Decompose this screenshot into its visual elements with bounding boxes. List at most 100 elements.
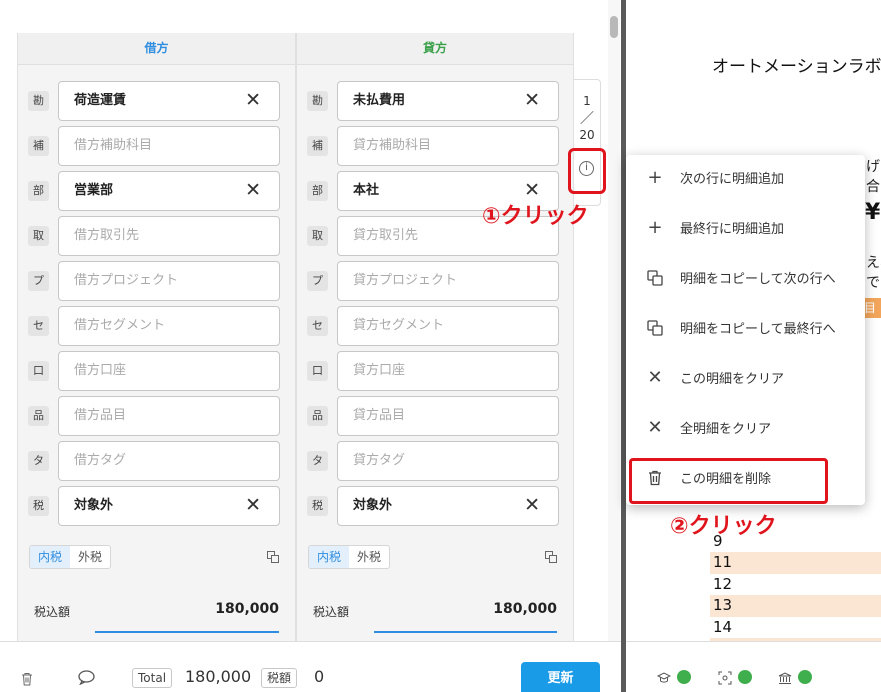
menu-item-label: 全明細をクリア — [680, 422, 772, 437]
department-tag: 部 — [28, 181, 49, 201]
credit-row-account: 勘 未払費用 ✕ — [297, 81, 573, 121]
annotation-step2: ②クリック — [670, 514, 777, 539]
debit-item-field[interactable]: 借方品目 — [58, 396, 280, 436]
project-tag: プ — [28, 271, 49, 291]
debit-tax-field[interactable]: 対象外 ✕ — [58, 486, 280, 526]
menu-add-last-row[interactable]: + 最終行に明細追加 — [626, 205, 865, 255]
debit-segment-field[interactable]: 借方セグメント — [58, 306, 280, 346]
clear-icon[interactable]: ✕ — [524, 82, 540, 118]
bank-account-tag: 口 — [28, 361, 49, 381]
tax-inclusive-button[interactable]: 内税 — [30, 546, 71, 568]
credit-tax-mode-toggle: 内税 外税 — [308, 545, 391, 569]
menu-copy-next-row[interactable]: 明細をコピーして次の行へ — [626, 255, 865, 305]
menu-clear-all-rows[interactable]: ✕ 全明細をクリア — [626, 405, 865, 455]
debit-partner-field[interactable]: 借方取引先 — [58, 216, 280, 256]
clear-icon[interactable]: ✕ — [245, 487, 261, 523]
credit-account-field[interactable]: 未払費用 ✕ — [337, 81, 559, 121]
clear-icon[interactable]: ✕ — [245, 82, 261, 118]
credit-tax-field[interactable]: 対象外 ✕ — [337, 486, 559, 526]
copy-icon[interactable] — [545, 551, 557, 563]
debit-bank-account-field[interactable]: 借方口座 — [58, 351, 280, 391]
segment-tag: セ — [307, 316, 328, 336]
tax-tag: 税 — [28, 496, 49, 516]
credit-item-field[interactable]: 貸方品目 — [337, 396, 559, 436]
credit-project-field[interactable]: 貸方プロジェクト — [337, 261, 559, 301]
learn-icon[interactable] — [657, 671, 671, 685]
preview-text-fragment: え、 — [866, 255, 881, 271]
department-tag: 部 — [307, 181, 328, 201]
debit-row-segment: セ 借方セグメント — [18, 306, 295, 346]
credit-sub-account-field[interactable]: 貸方補助科目 — [337, 126, 559, 166]
debit-row-sub-account: 補 借方補助科目 — [18, 126, 295, 166]
scrollbar-thumb[interactable] — [610, 16, 618, 38]
credit-column: 貸方 勘 未払費用 ✕ 補 貸方補助科目 部 本社 ✕ 取 貸方取引先 プ 貸方プロ… — [296, 33, 574, 641]
credit-total-label: 税込額 — [313, 605, 350, 619]
credit-segment-field[interactable]: 貸方セグメント — [337, 306, 559, 346]
debit-row-account: 勘 荷造運賃 ✕ — [18, 81, 295, 121]
preview-company-name: オートメーションラボ株式 — [712, 57, 881, 77]
debit-department-field[interactable]: 営業部 ✕ — [58, 171, 280, 211]
item-tag: 品 — [28, 406, 49, 426]
debit-row-tag: タ 借方タグ — [18, 441, 295, 481]
menu-add-next-row[interactable]: + 次の行に明細追加 — [626, 155, 865, 205]
preview-text-fragment: 合 — [866, 179, 880, 195]
credit-bank-account-field[interactable]: 貸方口座 — [337, 351, 559, 391]
close-icon: ✕ — [647, 417, 663, 438]
credit-row-segment: セ 貸方セグメント — [297, 306, 573, 346]
memo-tag-tag: タ — [307, 451, 328, 471]
copy-icon — [647, 320, 663, 336]
pager-total: 20 — [579, 128, 595, 142]
copy-icon[interactable] — [267, 551, 279, 563]
item-tag: 品 — [307, 406, 328, 426]
scan-icon[interactable] — [718, 671, 732, 685]
status-ok-indicator — [738, 670, 752, 684]
debit-tax-mode-toggle: 内税 外税 — [29, 545, 112, 569]
line-number: 12 — [713, 574, 733, 593]
journal-entry-pane: 借方 勘 荷造運賃 ✕ 補 借方補助科目 部 営業部 ✕ 取 借方取引先 プ 借方プ… — [0, 0, 621, 692]
credit-row-tag: タ 貸方タグ — [297, 441, 573, 481]
plus-icon: + — [647, 167, 663, 188]
line-number: 13 — [710, 595, 881, 617]
annotation-step1: ①クリック — [482, 204, 589, 229]
debit-column: 借方 勘 荷造運賃 ✕ 補 借方補助科目 部 営業部 ✕ 取 借方取引先 プ 借方プ… — [17, 33, 296, 641]
credit-row-bank-account: 口 貸方口座 — [297, 351, 573, 391]
sub-account-tag: 補 — [307, 136, 328, 156]
status-ok-indicator — [677, 670, 691, 684]
trash-icon[interactable] — [21, 672, 33, 686]
tax-exclusive-button[interactable]: 外税 — [70, 546, 110, 568]
debit-row-bank-account: 口 借方口座 — [18, 351, 295, 391]
menu-item-label: 最終行に明細追加 — [680, 222, 785, 237]
credit-row-item: 品 貸方品目 — [297, 396, 573, 436]
line-number: 14 — [713, 617, 733, 636]
debit-row-department: 部 営業部 ✕ — [18, 171, 295, 211]
close-icon: ✕ — [647, 367, 663, 388]
scrollbar-track[interactable] — [608, 0, 620, 641]
menu-copy-last-row[interactable]: 明細をコピーして最終行へ — [626, 305, 865, 355]
credit-row-project: プ 貸方プロジェクト — [297, 261, 573, 301]
debit-header: 借方 — [18, 33, 295, 65]
credit-tag-field[interactable]: 貸方タグ — [337, 441, 559, 481]
debit-project-field[interactable]: 借方プロジェクト — [58, 261, 280, 301]
segment-tag: セ — [28, 316, 49, 336]
credit-total-value: 180,000 — [493, 601, 557, 617]
clear-icon[interactable]: ✕ — [524, 487, 540, 523]
preview-currency: ¥ — [865, 200, 881, 225]
debit-sub-account-field[interactable]: 借方補助科目 — [58, 126, 280, 166]
menu-clear-row[interactable]: ✕ この明細をクリア — [626, 355, 865, 405]
debit-tag-field[interactable]: 借方タグ — [58, 441, 280, 481]
credit-row-tax: 税 対象外 ✕ — [297, 486, 573, 526]
bank-icon[interactable] — [778, 671, 792, 685]
annotation-highlight-box — [629, 458, 828, 504]
debit-row-project: プ 借方プロジェクト — [18, 261, 295, 301]
clear-icon[interactable]: ✕ — [245, 172, 261, 208]
menu-item-label: 明細をコピーして最終行へ — [680, 322, 836, 337]
total-amount: 180,000 — [185, 667, 252, 686]
row-context-menu: + 次の行に明細追加 + 最終行に明細追加 明細をコピーして次の行へ 明細をコピ… — [626, 155, 865, 505]
debit-account-field[interactable]: 荷造運賃 ✕ — [58, 81, 280, 121]
tax-inclusive-button[interactable]: 内税 — [309, 546, 350, 568]
tax-exclusive-button[interactable]: 外税 — [349, 546, 389, 568]
debit-total-label: 税込額 — [34, 605, 71, 619]
update-button[interactable]: 更新 — [521, 662, 600, 692]
comment-icon[interactable] — [78, 670, 95, 685]
bottom-toolbar: Total 180,000 税額 0 更新 — [0, 641, 621, 692]
